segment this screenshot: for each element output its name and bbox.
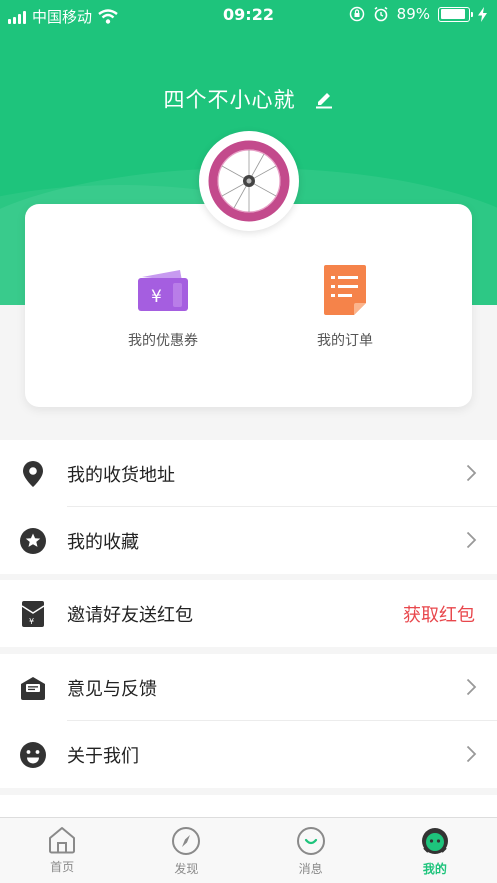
menu-group-2: ¥ 邀请好友送红包 获取红包 xyxy=(0,580,497,647)
menu-item-address[interactable]: 我的收货地址 xyxy=(0,440,497,507)
tab-label: 消息 xyxy=(298,862,323,876)
quick-access-card: ¥ 我的优惠券 我的订单 xyxy=(25,204,472,407)
rotation-lock-icon xyxy=(349,6,364,22)
menu-item-favorites[interactable]: 我的收藏 xyxy=(0,507,497,574)
svg-text:¥: ¥ xyxy=(151,287,162,307)
menu-group-1: 我的收货地址 我的收藏 xyxy=(0,440,497,574)
message-bubble-icon xyxy=(296,827,325,855)
menu-item-feedback[interactable]: 意见与反馈 xyxy=(0,654,497,721)
username-row: 四个不小心就 xyxy=(0,84,497,114)
menu-label: 关于我们 xyxy=(67,745,139,767)
chevron-right-icon xyxy=(466,464,477,482)
tab-label: 发现 xyxy=(174,862,199,876)
order-label: 我的订单 xyxy=(317,333,373,349)
coupon-wallet-icon: ¥ xyxy=(138,270,188,311)
coupon-label: 我的优惠券 xyxy=(128,333,198,349)
tab-me[interactable]: 我的 xyxy=(373,818,497,883)
home-icon xyxy=(49,827,76,854)
get-red-packet-link[interactable]: 获取红包 xyxy=(403,601,475,627)
menu-item-about[interactable]: 关于我们 xyxy=(0,721,497,788)
profile-face-icon xyxy=(421,828,448,854)
chevron-right-icon xyxy=(466,678,477,696)
menu-label: 邀请好友送红包 xyxy=(67,604,193,626)
tab-label: 我的 xyxy=(422,862,447,876)
status-bar: 中国移动 09:22 89% xyxy=(0,0,497,30)
order-document-icon xyxy=(324,265,366,315)
menu-label: 我的收藏 xyxy=(67,531,139,553)
star-circle-icon xyxy=(20,527,46,554)
menu-label: 意见与反馈 xyxy=(67,678,157,700)
red-envelope-icon: ¥ xyxy=(21,600,45,627)
coupon-entry[interactable]: ¥ 我的优惠券 xyxy=(93,262,233,350)
svg-text:¥: ¥ xyxy=(29,617,34,626)
menu-item-invite[interactable]: ¥ 邀请好友送红包 获取红包 xyxy=(0,580,497,647)
username: 四个不小心就 xyxy=(163,88,296,112)
alarm-icon xyxy=(374,6,388,22)
smiley-face-icon xyxy=(20,741,46,768)
menu-label: 我的收货地址 xyxy=(67,464,175,486)
location-pin-icon xyxy=(23,460,43,487)
tab-messages[interactable]: 消息 xyxy=(249,818,373,883)
charging-bolt-icon xyxy=(478,6,487,22)
tab-home[interactable]: 首页 xyxy=(0,818,124,883)
bottom-tab-bar: 首页 发现 消息 我的 xyxy=(0,817,497,883)
user-avatar[interactable] xyxy=(199,131,299,231)
chevron-right-icon xyxy=(466,531,477,549)
compass-icon xyxy=(172,827,201,855)
battery-percent: 89% xyxy=(396,5,430,23)
feedback-envelope-icon xyxy=(21,676,45,700)
tab-label: 首页 xyxy=(50,860,75,874)
menu-group-3: 意见与反馈 关于我们 xyxy=(0,654,497,788)
bicycle-wheel-icon xyxy=(208,140,290,222)
order-entry[interactable]: 我的订单 xyxy=(275,262,415,350)
chevron-right-icon xyxy=(466,745,477,763)
edit-icon[interactable] xyxy=(314,89,334,109)
battery-icon xyxy=(438,6,473,22)
tab-discover[interactable]: 发现 xyxy=(124,818,248,883)
